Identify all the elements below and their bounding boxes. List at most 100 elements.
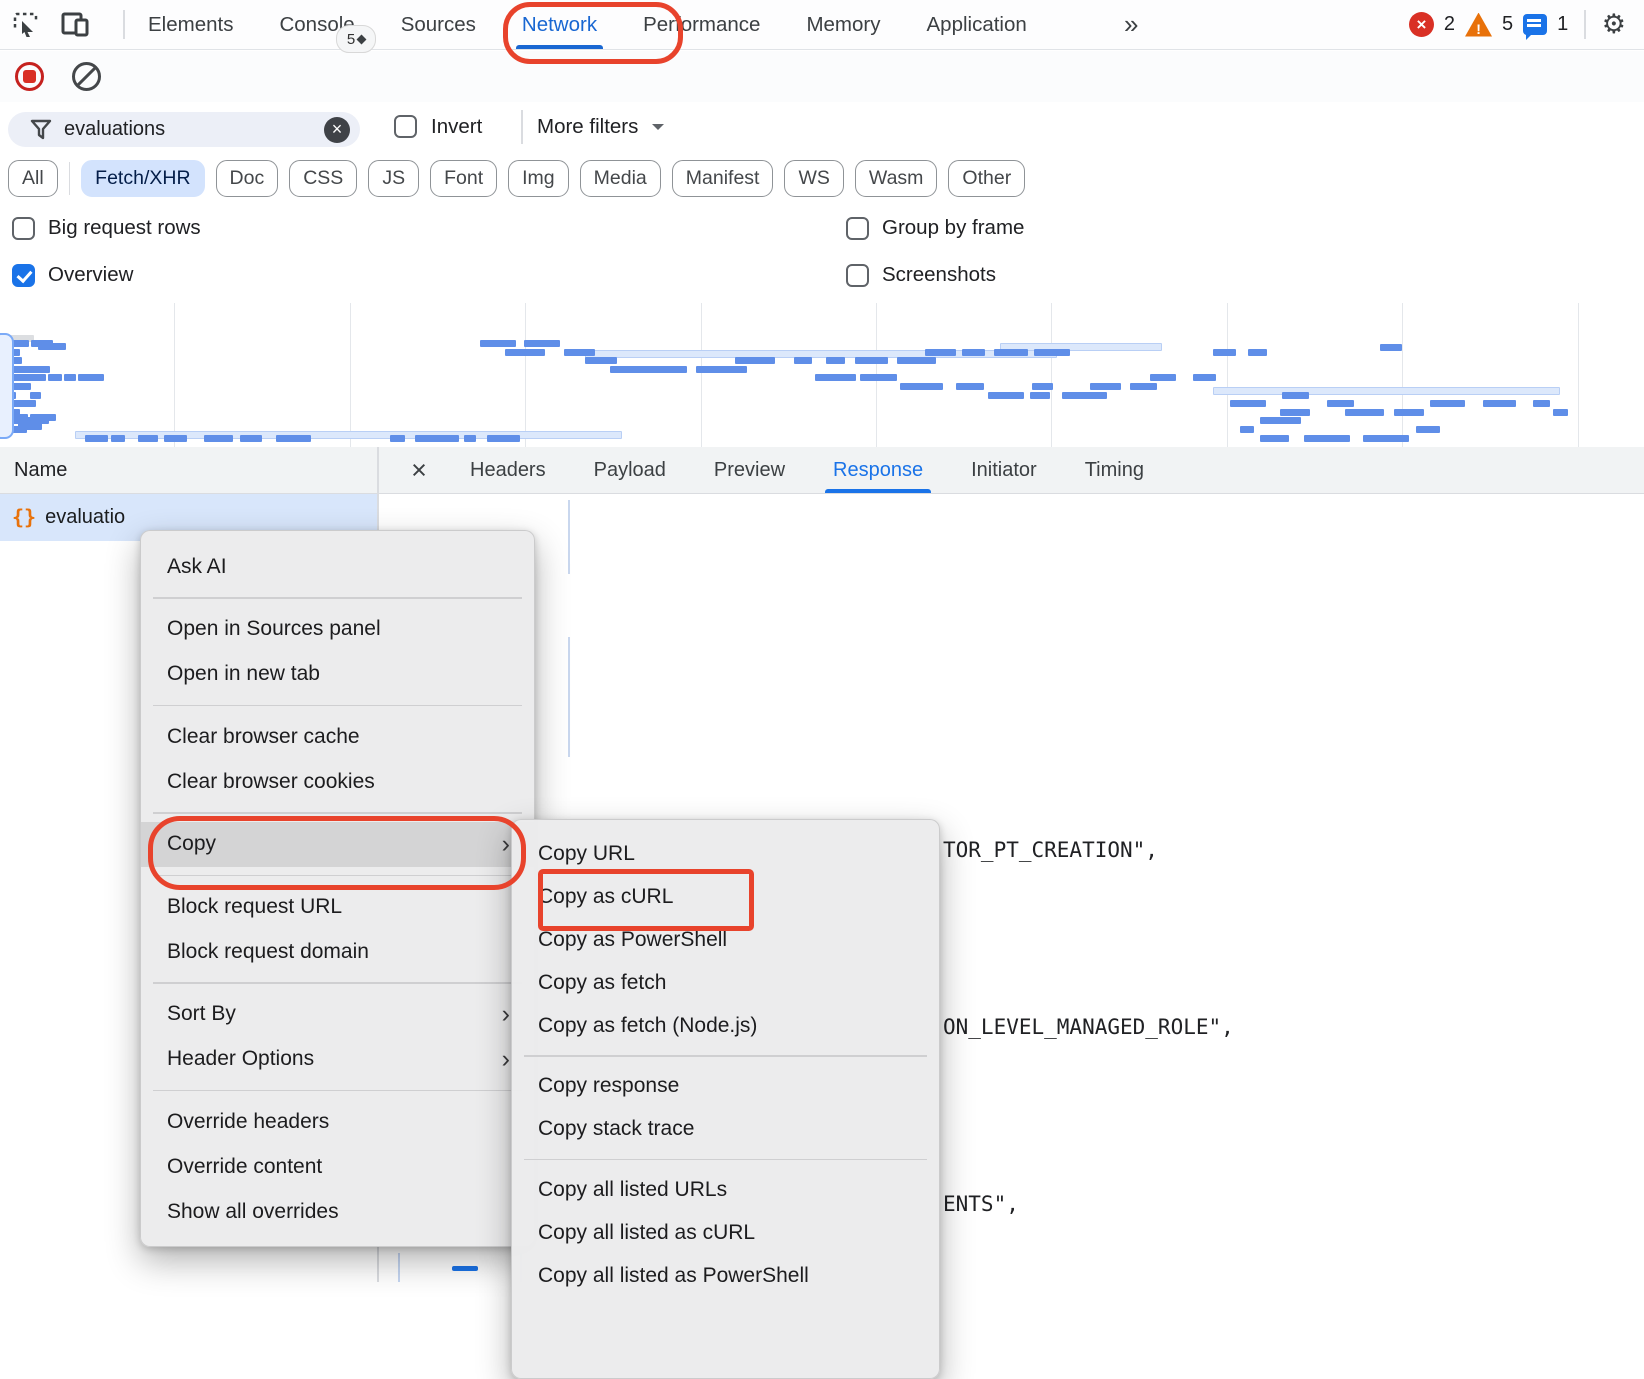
submenu-item[interactable]: Copy all listed URLs [512,1168,939,1211]
submenu-item[interactable]: Copy response [512,1065,939,1108]
network-toolbar: Preserve log Disable cache No throttling [0,51,1644,103]
network-overview-timeline[interactable] [0,303,1644,448]
panel-tab[interactable]: Network [522,0,597,49]
detail-tab[interactable]: Payload [594,447,666,493]
badge-divider [1584,10,1586,39]
panel-tab[interactable]: Memory [806,0,880,49]
detail-tab[interactable]: Response [833,447,923,493]
detail-tab[interactable]: Initiator [971,447,1037,493]
clear-filter-icon[interactable]: × [324,117,350,143]
response-body[interactable] [534,493,1644,552]
context-menu-item[interactable]: Header Options › [141,1037,534,1082]
focus-dash [452,1266,478,1271]
group-by-frame-checkbox[interactable] [846,217,869,240]
resource-type-chip[interactable]: All [8,160,58,197]
panel-tab[interactable]: Performance [643,0,760,49]
submenu-item[interactable] [524,1159,927,1161]
context-menu-item[interactable]: Override content [141,1144,534,1189]
overview-checkbox[interactable] [12,264,35,287]
overview-drag-handle[interactable] [0,333,14,439]
detail-tab[interactable]: Headers [470,447,546,493]
group-by-frame-label: Group by frame [882,216,1024,240]
more-panels-icon[interactable]: » [1124,0,1138,49]
submenu-chevron-icon: › [502,1002,510,1027]
big-request-rows-label: Big request rows [48,216,201,240]
submenu-item[interactable]: Copy as cURL [512,875,939,918]
submenu-item[interactable]: Copy URL [512,832,939,875]
detail-tab[interactable]: Timing [1085,447,1144,493]
screenshots-checkbox[interactable] [846,264,869,287]
context-menu-item[interactable] [153,597,522,599]
resource-type-chip[interactable]: Manifest [672,160,774,197]
context-menu-item[interactable] [153,812,522,814]
record-stop-button[interactable] [15,62,44,91]
resource-type-chip[interactable]: Wasm [855,160,938,197]
context-menu-item[interactable] [153,982,522,984]
context-menu-item[interactable] [153,875,522,877]
warning-badge-icon[interactable]: ! [1465,13,1492,37]
message-count: 1 [1557,13,1568,36]
context-menu-item[interactable]: Clear browser cache [141,714,534,759]
code-fragment: ON_LEVEL_MANAGED_ROLE", [943,967,1234,1039]
resource-type-filter-row: All Fetch/XHR Doc CSS JS Font Img Media Manifest… [0,151,1644,204]
resource-type-chip[interactable]: Img [508,160,569,197]
context-menu-item[interactable]: Ask AI [141,544,534,589]
context-menu-item[interactable]: Show all overrides [141,1189,534,1234]
panel-tab[interactable]: Application [927,0,1027,49]
submenu-chevron-icon: › [502,832,510,857]
context-menu-item[interactable]: Copy › [141,822,534,867]
big-request-rows-checkbox[interactable] [12,217,35,240]
filter-funnel-icon [30,119,52,141]
panel-tab[interactable]: Sources [401,0,476,49]
inspect-element-icon[interactable] [12,11,39,38]
close-detail-icon[interactable]: × [404,447,434,493]
context-menu-item[interactable]: Sort By › [141,992,534,1037]
resource-type-chip[interactable]: Media [580,160,661,197]
settings-gear-icon[interactable]: ⚙ [1602,11,1626,38]
resource-type-chip[interactable]: JS [368,160,419,197]
request-name: evaluatio [45,506,125,529]
error-badge-icon[interactable]: × [1409,12,1434,37]
error-count: 2 [1444,13,1455,36]
request-table-header: Name × Headers Payload Preview Response Init… [0,447,1644,494]
resource-type-chip[interactable]: Other [948,160,1025,197]
submenu-item[interactable]: Copy as fetch (Node.js) [512,1004,939,1047]
invert-checkbox[interactable] [394,115,417,138]
devtools-tabbar: ElementsConsoleSourcesNetworkPerformance… [0,0,1644,50]
column-divider [398,1253,400,1282]
waterfall-bars [0,303,1644,447]
resource-type-chip[interactable]: Font [430,160,497,197]
submenu-item[interactable]: Copy as PowerShell [512,918,939,961]
name-column-header[interactable]: Name [14,447,67,493]
context-menu-item[interactable]: Open in Sources panel [141,607,534,652]
message-badge-icon[interactable] [1523,14,1547,35]
resource-type-chip[interactable]: Doc [216,160,279,197]
submenu-item[interactable]: Copy stack trace [512,1108,939,1151]
context-menu-item[interactable]: Override headers [141,1099,534,1144]
context-menu-item[interactable]: Clear browser cookies [141,759,534,804]
panel-tab[interactable]: Elements [148,0,233,49]
device-toolbar-icon[interactable] [61,11,89,38]
request-hover-badge[interactable]: 5 [336,25,376,53]
clear-network-log-button[interactable] [72,62,101,91]
more-filters-dropdown[interactable]: More filters [537,102,664,151]
detail-tab[interactable]: Preview [714,447,785,493]
context-menu-item[interactable]: Open in new tab [141,652,534,697]
context-menu: Ask AI Open in Sources panel Open in new… [140,530,535,1247]
resource-type-chip[interactable] [69,162,71,195]
resource-type-chip[interactable]: CSS [289,160,357,197]
context-menu-item[interactable]: Block request domain [141,929,534,974]
filter-input[interactable]: evaluations × [8,112,360,147]
warning-count: 5 [1502,13,1513,36]
context-menu-item[interactable] [153,1090,522,1092]
submenu-item[interactable] [524,1055,927,1057]
submenu-item[interactable]: Copy all listed as cURL [512,1211,939,1254]
sparkle-icon [357,34,367,44]
submenu-item[interactable]: Copy as fetch [512,961,939,1004]
submenu-item[interactable]: Copy all listed as PowerShell [512,1254,939,1297]
resource-type-chip[interactable]: Fetch/XHR [81,160,204,197]
context-menu-item[interactable]: Block request URL [141,884,534,929]
resource-type-chip[interactable]: WS [784,160,843,197]
chevron-down-icon [652,124,664,136]
context-menu-item[interactable] [153,705,522,707]
